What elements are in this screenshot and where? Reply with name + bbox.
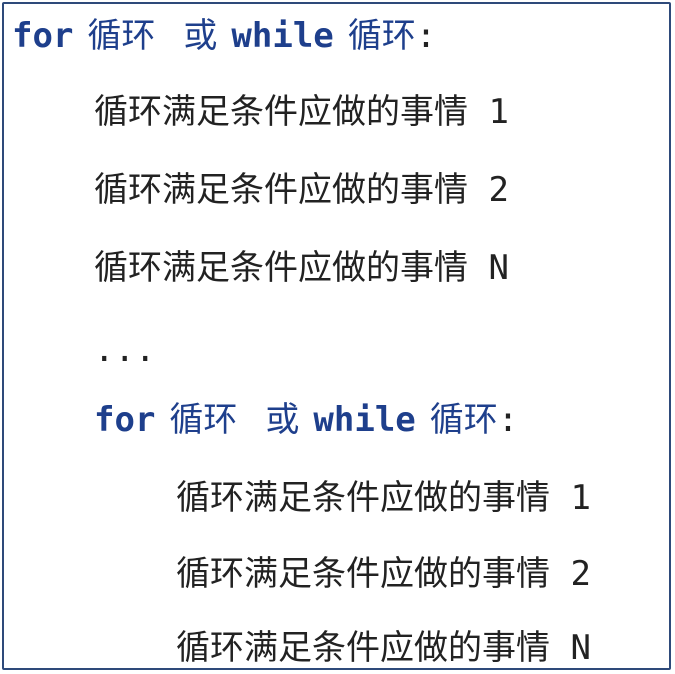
keyword-while: while bbox=[231, 16, 334, 56]
or-word: 或 bbox=[265, 400, 300, 440]
inner-body-line: 循环满足条件应做的事情 1 bbox=[176, 478, 591, 518]
loop-word: 循环 bbox=[429, 400, 498, 440]
ellipsis: ... bbox=[94, 330, 156, 370]
inner-body-line: 循环满足条件应做的事情 N bbox=[176, 628, 591, 668]
keyword-for: for bbox=[94, 400, 156, 440]
keyword-for: for bbox=[12, 16, 74, 56]
inner-loop-header: for 循环或 while 循环: bbox=[94, 396, 518, 444]
keyword-while: while bbox=[313, 400, 416, 440]
loop-word: 循环 bbox=[347, 16, 416, 56]
colon: : bbox=[415, 16, 437, 56]
loop-word: 循环 bbox=[169, 400, 238, 440]
or-word: 或 bbox=[183, 16, 218, 56]
outer-body-line: 循环满足条件应做的事情 N bbox=[94, 248, 509, 288]
outer-loop-header: for 循环或 while 循环: bbox=[12, 12, 436, 60]
loop-word: 循环 bbox=[87, 16, 156, 56]
code-block: for 循环或 while 循环: 循环满足条件应做的事情 1 循环满足条件应做的事情… bbox=[4, 4, 669, 668]
outer-body-line: 循环满足条件应做的事情 2 bbox=[94, 170, 509, 210]
colon: : bbox=[497, 400, 519, 440]
code-frame: for 循环或 while 循环: 循环满足条件应做的事情 1 循环满足条件应做的事情… bbox=[2, 2, 671, 670]
inner-body-line: 循环满足条件应做的事情 2 bbox=[176, 554, 591, 594]
outer-body-line: 循环满足条件应做的事情 1 bbox=[94, 92, 509, 132]
